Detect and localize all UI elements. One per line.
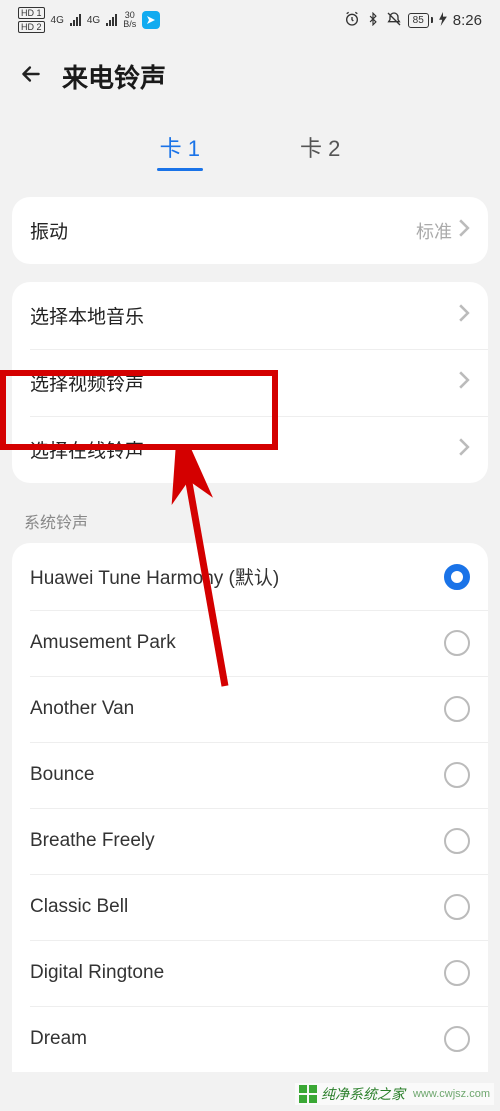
mute-icon (386, 11, 402, 30)
charging-icon (439, 12, 447, 29)
ringtone-name: Classic Bell (30, 896, 128, 918)
app-notification-icon (142, 11, 160, 29)
radio-icon[interactable] (444, 762, 470, 788)
bluetooth-icon (366, 12, 380, 29)
ringtone-row[interactable]: Dream (12, 1006, 488, 1072)
clock-time: 8:26 (453, 12, 482, 29)
radio-icon[interactable] (444, 1026, 470, 1052)
watermark-url: www.cwjsz.com (413, 1088, 490, 1100)
battery-indicator: 85 (408, 13, 433, 28)
tab-sim1[interactable]: 卡 1 (160, 131, 200, 171)
status-bar: HD 1 HD 2 4G 4G 30 B/s 85 8:26 (0, 0, 500, 40)
back-button[interactable] (18, 61, 44, 92)
system-ringtones-header: 系统铃声 (0, 483, 500, 543)
tab-sim2[interactable]: 卡 2 (300, 131, 340, 171)
status-right: 85 8:26 (344, 11, 482, 30)
sim-tabs: 卡 1 卡 2 (0, 103, 500, 179)
hd2-indicator: HD 2 (18, 21, 45, 33)
status-left: HD 1 HD 2 4G 4G 30 B/s (18, 7, 160, 33)
vibration-label: 振动 (30, 217, 68, 244)
ringtone-row[interactable]: Digital Ringtone (12, 940, 488, 1006)
video-ringtone-label: 选择视频铃声 (30, 369, 144, 396)
ringtone-name: Bounce (30, 764, 94, 786)
net-speed: 30 B/s (123, 11, 136, 29)
local-music-row[interactable]: 选择本地音乐 (12, 282, 488, 349)
vibration-row[interactable]: 振动 标准 (12, 197, 488, 264)
chevron-right-icon (458, 371, 470, 395)
local-music-label: 选择本地音乐 (30, 302, 144, 329)
ringtone-name: Another Van (30, 698, 134, 720)
ringtone-name: Huawei Tune Harmony (默认) (30, 563, 279, 590)
ringtone-row[interactable]: Bounce (12, 742, 488, 808)
chevron-right-icon (458, 304, 470, 328)
chevron-right-icon (458, 438, 470, 462)
network-type-1: 4G (51, 15, 64, 26)
ringtone-row[interactable]: Another Van (12, 676, 488, 742)
page-header: 来电铃声 (0, 40, 500, 103)
radio-icon[interactable] (444, 960, 470, 986)
page-title: 来电铃声 (62, 58, 166, 95)
radio-icon[interactable] (444, 696, 470, 722)
radio-icon[interactable] (444, 894, 470, 920)
ringtone-row[interactable]: Huawei Tune Harmony (默认) (12, 543, 488, 610)
watermark-text: 纯净系统之家 (321, 1084, 405, 1104)
chevron-right-icon (458, 219, 470, 243)
hd1-indicator: HD 1 (18, 7, 45, 19)
ringtone-name: Dream (30, 1028, 87, 1050)
ringtone-list: Huawei Tune Harmony (默认) Amusement Park An… (12, 543, 488, 1072)
network-type-2: 4G (87, 15, 100, 26)
signal-bars-2 (106, 14, 117, 26)
radio-icon[interactable] (444, 630, 470, 656)
watermark-logo-icon (299, 1085, 317, 1103)
ringtone-row[interactable]: Amusement Park (12, 610, 488, 676)
alarm-icon (344, 11, 360, 30)
watermark: 纯净系统之家 www.cwjsz.com (295, 1083, 494, 1105)
ringtone-name: Digital Ringtone (30, 962, 164, 984)
online-ringtone-label: 选择在线铃声 (30, 436, 144, 463)
source-card: 选择本地音乐 选择视频铃声 选择在线铃声 (12, 282, 488, 483)
ringtone-row[interactable]: Classic Bell (12, 874, 488, 940)
signal-bars-1 (70, 14, 81, 26)
video-ringtone-row[interactable]: 选择视频铃声 (12, 349, 488, 416)
ringtone-row[interactable]: Breathe Freely (12, 808, 488, 874)
vibration-card: 振动 标准 (12, 197, 488, 264)
ringtone-name: Amusement Park (30, 632, 176, 654)
ringtone-name: Breathe Freely (30, 830, 155, 852)
vibration-value: 标准 (416, 218, 452, 244)
radio-icon[interactable] (444, 564, 470, 590)
online-ringtone-row[interactable]: 选择在线铃声 (12, 416, 488, 483)
radio-icon[interactable] (444, 828, 470, 854)
